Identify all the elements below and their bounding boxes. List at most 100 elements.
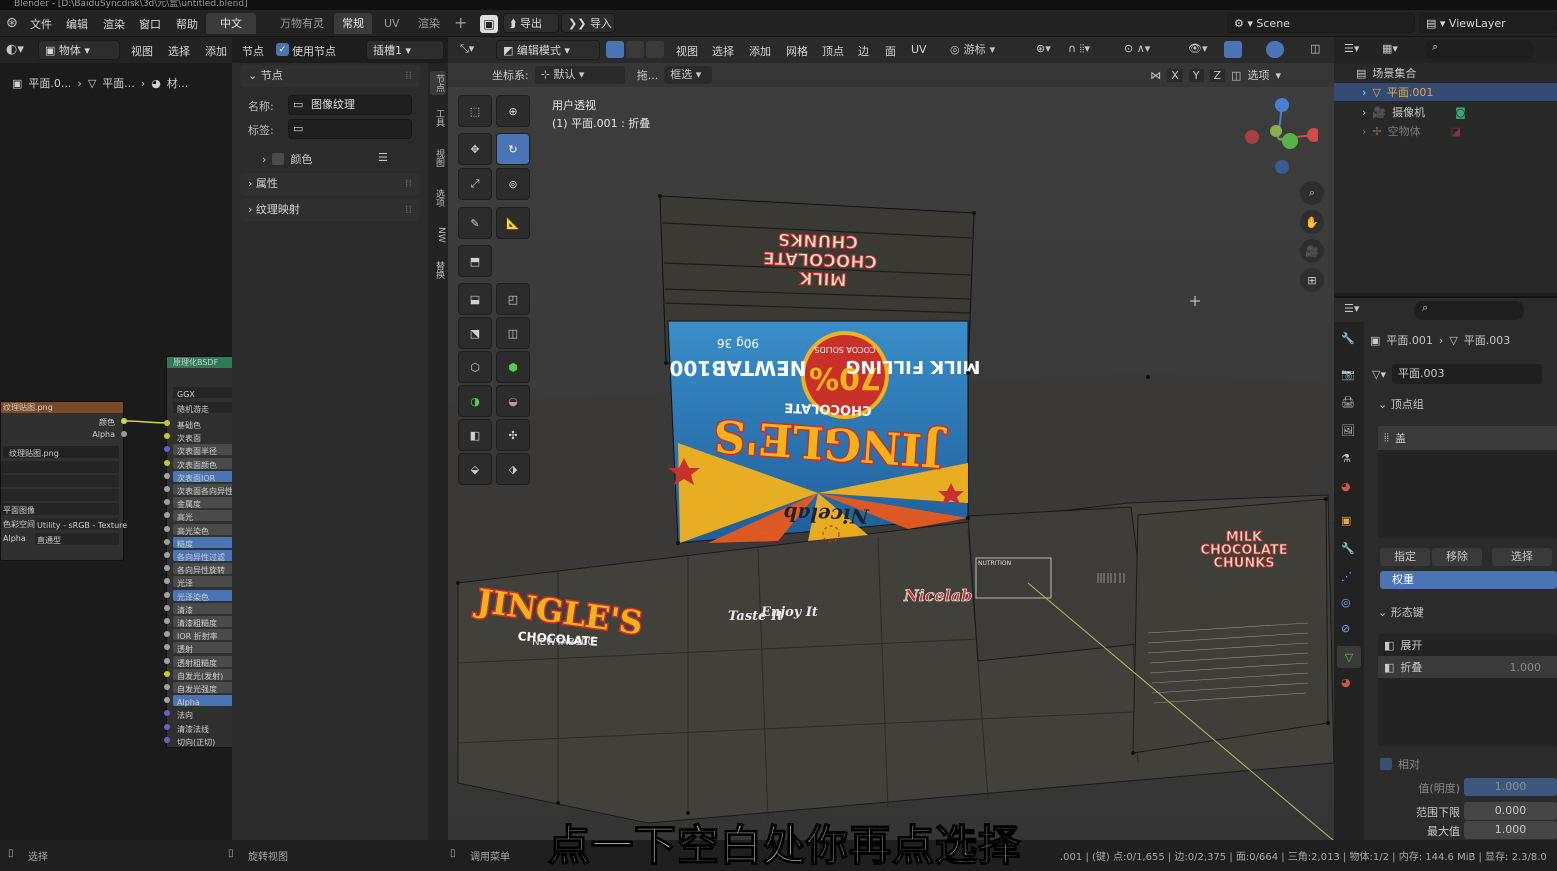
image-texture-node[interactable]: 纹理贴图.png 颜色 Alpha 纹理贴图.png 平面图像 色彩空间 Uti… (0, 401, 127, 561)
bsdf-input-socket[interactable] (164, 433, 170, 440)
bsdf-input-row[interactable]: 各向异性旋转 (164, 563, 233, 575)
shrink-fatten-tool[interactable]: ✣ (496, 419, 530, 451)
use-nodes-checkbox[interactable]: ✓ (276, 43, 289, 56)
vertex-group-item[interactable]: ⦙⦙ 盖 (1378, 426, 1557, 450)
slot-dropdown[interactable]: 插槽1 ▾ (366, 40, 444, 60)
view-layer-tab-icon[interactable]: 🖼 (1341, 424, 1355, 437)
color-subpanel[interactable]: › 颜色 (262, 151, 312, 167)
rip-tool[interactable]: ⬗ (496, 453, 530, 485)
spin-tool[interactable]: ◑ (458, 385, 492, 417)
navigation-gizmo[interactable] (1238, 93, 1318, 183)
distribution-dropdown[interactable]: GGX (173, 387, 233, 399)
outliner-item-plane[interactable]: › ▽ 平面.001 (1334, 83, 1557, 101)
assign-button[interactable]: 指定 (1380, 548, 1430, 566)
tab-replace[interactable]: 替换 (430, 261, 446, 279)
vp-menu-vertex[interactable]: 顶点 (822, 43, 844, 59)
bsdf-input-socket[interactable] (164, 604, 170, 611)
poly-build-tool[interactable]: ⬢ (496, 351, 530, 383)
shape-key-item-active[interactable]: ◧ 折叠 1.000 (1378, 656, 1557, 678)
vp-menu-face[interactable]: 面 (885, 43, 896, 59)
interpolation-dropdown[interactable] (1, 461, 119, 473)
bsdf-input-row[interactable]: 金属度 (164, 497, 233, 509)
language-button[interactable]: 中文 (206, 13, 256, 34)
select-button[interactable]: 选择 (1492, 548, 1552, 566)
modifier-tab-icon[interactable]: 🔧 (1341, 542, 1355, 555)
constraints-tab-icon[interactable]: ⊘ (1341, 622, 1350, 635)
scale-tool[interactable]: ⤢ (458, 168, 492, 200)
outliner-search-input[interactable]: ⌕ (1424, 40, 1534, 59)
vertex-groups-list[interactable]: ⦙⦙ 盖 (1378, 426, 1557, 538)
ne-menu-select[interactable]: 选择 (168, 43, 190, 59)
bsdf-input-socket[interactable] (164, 486, 170, 492)
bsdf-input-row[interactable]: 糙度 (164, 536, 233, 549)
sss-method-dropdown[interactable]: 随机游走 (173, 402, 233, 414)
editor-type-icon[interactable]: ☰▾ (1344, 302, 1359, 315)
menu-render[interactable]: 渲染 (103, 16, 125, 32)
vp-menu-uv[interactable]: UV (911, 43, 927, 56)
annotate-tool[interactable]: ✎ (458, 207, 492, 239)
outliner-item-camera[interactable]: › 🎥 摄像机 ◙ (1362, 104, 1466, 120)
rotate-tool[interactable]: ↻ (496, 133, 530, 165)
add-cube-tool[interactable]: ⬒ (458, 245, 492, 277)
vp-menu-edge[interactable]: 边 (858, 43, 869, 59)
shape-keys-list[interactable]: ◧ 展开 ◧ 折叠 1.000 (1378, 634, 1557, 746)
bsdf-input-socket[interactable] (164, 591, 170, 598)
tab-view[interactable]: 视图 (430, 149, 446, 167)
mesh-name-field[interactable]: 平面.003 (1391, 364, 1542, 384)
menu-file[interactable]: 文件 (30, 16, 52, 32)
menu-edit[interactable]: 编辑 (66, 16, 88, 32)
weight-field[interactable]: 权重 (1380, 571, 1557, 589)
outliner-scene-collection[interactable]: ▤ 场景集合 (1356, 65, 1416, 81)
bsdf-input-socket[interactable] (164, 472, 170, 479)
bsdf-input-row[interactable]: 次表面半径 (164, 444, 233, 456)
bsdf-input-socket[interactable] (164, 512, 170, 519)
auto-merge-icon[interactable]: ◫ (1231, 69, 1241, 82)
gizmo-toggle-icon[interactable] (1224, 41, 1242, 58)
xray-icon[interactable]: ◫ (1310, 42, 1320, 55)
tab-nw[interactable]: NW (430, 227, 446, 243)
bsdf-input-socket[interactable] (164, 525, 170, 532)
vp-menu-view[interactable]: 视图 (676, 43, 698, 59)
alpha-mode-dropdown[interactable]: 直通型 (35, 533, 119, 545)
editor-type-icon[interactable]: ⤡▾ (460, 42, 474, 56)
knife-tool[interactable]: ⬡ (458, 351, 492, 383)
projection-dropdown[interactable] (1, 475, 119, 487)
principled-bsdf-node[interactable]: 原理化BSDF GGX 随机游走 基础色 次表面 次表面半径 次表面颜色 次表面IOR 次… (164, 356, 233, 748)
bsdf-input-row[interactable]: 自发光(发射) (164, 668, 233, 681)
smooth-tool[interactable]: ◒ (496, 385, 530, 417)
mode-dropdown[interactable]: ◩ 编辑模式 ▾ (496, 40, 600, 60)
viewlayer-selector[interactable]: ▤ ▾ ViewLayer (1419, 13, 1557, 33)
bsdf-input-row[interactable]: 高光 (164, 510, 233, 522)
bsdf-input-row[interactable]: IOR 折射率 (164, 629, 233, 641)
pan-hand-icon[interactable]: ✋ (1300, 210, 1324, 234)
bsdf-input-row[interactable]: 各向异性过滤 (164, 550, 233, 562)
ne-menu-node[interactable]: 节点 (242, 43, 264, 59)
snap-magnet-icon[interactable]: ∩ ⦙⦙▾ (1068, 42, 1090, 56)
vertex-groups-header[interactable]: ⌄ 顶点组 (1378, 396, 1424, 412)
bsdf-input-row[interactable]: 次表面各向异性 (164, 484, 233, 496)
object-tab-icon[interactable]: ▣ (1341, 514, 1351, 527)
outliner-item-empty[interactable]: › ✢ 空物体 ◪ (1362, 123, 1461, 139)
list-icon[interactable]: ☰ (378, 151, 388, 164)
ortho-grid-icon[interactable]: ⊞ (1300, 268, 1324, 292)
coord-dropdown[interactable]: ⊹ 默认 ▾ (534, 66, 625, 84)
physics-tab-icon[interactable]: ◎ (1341, 596, 1351, 609)
bsdf-input-socket[interactable] (164, 499, 170, 506)
loop-cut-tool[interactable]: ◫ (496, 317, 530, 349)
ne-menu-add[interactable]: 添加 (205, 43, 227, 59)
editor-type-icon[interactable]: ☰▾ (1344, 42, 1359, 55)
bsdf-input-socket[interactable] (164, 684, 170, 690)
editor-type-icon[interactable]: ◐▾ (6, 42, 24, 57)
cursor-tool[interactable]: ⊕ (496, 95, 530, 127)
vp-menu-mesh[interactable]: 网格 (786, 43, 808, 59)
bsdf-input-row[interactable]: 透射粗糙度 (164, 655, 233, 668)
shape-key-item[interactable]: ◧ 展开 (1378, 634, 1557, 656)
axis-y-toggle[interactable]: Y (1188, 68, 1204, 82)
remove-button[interactable]: 移除 (1432, 548, 1482, 566)
scene-selector[interactable]: ⚙︎ ▾ Scene (1227, 13, 1415, 33)
measure-tool[interactable]: 📐 (496, 207, 530, 239)
node-name-field[interactable]: ▭ 图像纹理 (288, 95, 412, 115)
proportional-icon[interactable]: ⊛▾ (1036, 42, 1051, 55)
bsdf-input-row[interactable]: 清漆法线 (164, 722, 233, 734)
overlay-toggle-icon[interactable] (1266, 41, 1284, 58)
